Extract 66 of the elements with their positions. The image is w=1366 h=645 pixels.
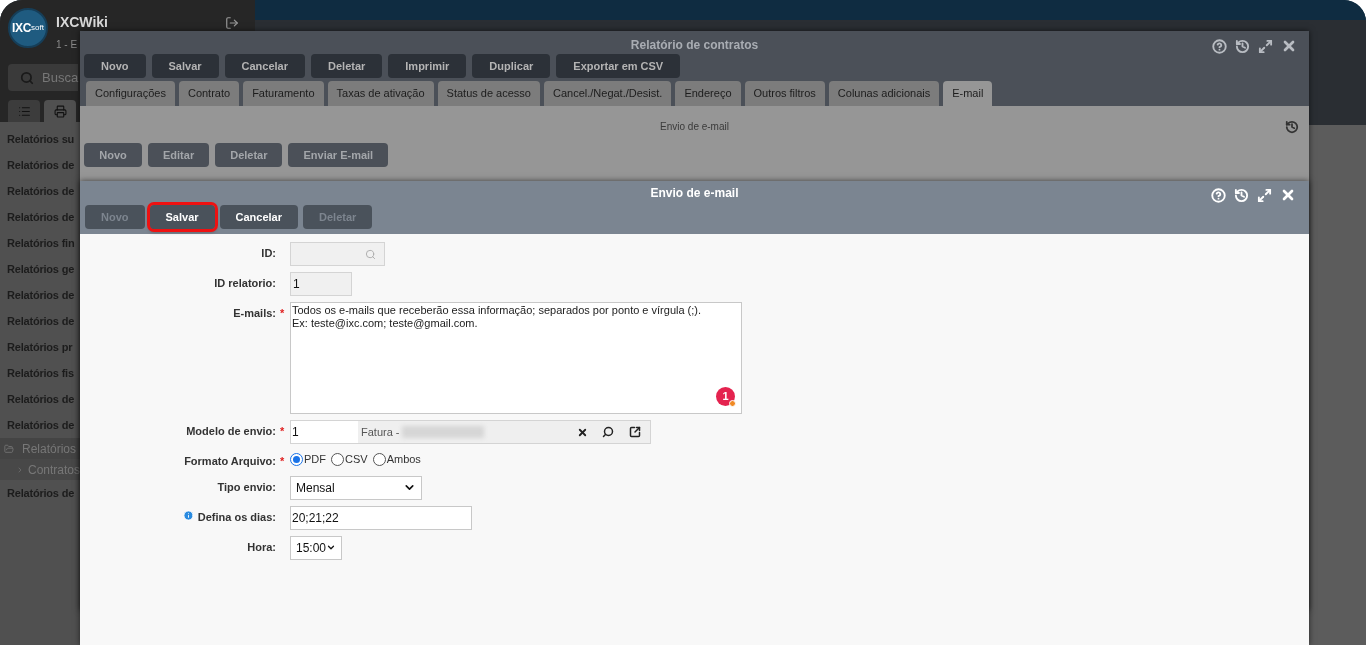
info-icon[interactable] (182, 509, 194, 521)
tab[interactable]: E-mail (943, 81, 993, 106)
toolbar-button[interactable]: Deletar (311, 54, 383, 78)
input-field[interactable]: 20;21;22 (290, 505, 472, 530)
action-button[interactable]: Novo (84, 143, 142, 167)
toolbar-button[interactable]: Imprimir (388, 54, 467, 78)
radio-option[interactable]: PDF (290, 450, 326, 468)
account-label: 1 - E (56, 38, 79, 52)
close-icon[interactable] (1281, 38, 1297, 54)
radio-button[interactable] (372, 452, 386, 466)
select-field[interactable]: Mensal (290, 475, 422, 500)
expand-icon[interactable] (1257, 187, 1272, 203)
field-label: Hora: (247, 539, 276, 555)
field-label: Tipo envio: (217, 479, 276, 495)
toolbar-button[interactable]: Cancelar (224, 54, 305, 78)
search-icon (20, 70, 34, 85)
close-icon[interactable] (1280, 187, 1296, 203)
sidebar-tab[interactable] (44, 100, 76, 122)
printer-icon (53, 104, 67, 118)
field-label: Formato Arquivo: (184, 454, 276, 469)
section-title: Envio de e-mail (660, 120, 729, 134)
window-title: Envio de e-mail (650, 185, 739, 202)
toolbar-button[interactable]: Salvar (149, 205, 215, 229)
expand-icon[interactable] (1258, 38, 1273, 54)
tab[interactable]: Status de acesso (437, 81, 540, 106)
field-label: Defina os dias: (197, 509, 276, 525)
required-mark: * (280, 454, 286, 469)
emails-textarea[interactable]: Todos os e-mails que receberão essa informação; separados por ponto e vírgula (;). Ex: teste@ixc.com; teste@gmail.com. 1 (290, 302, 742, 414)
tab[interactable]: Taxas de ativação (327, 81, 434, 106)
history-icon[interactable] (1285, 120, 1299, 134)
field-label: ID: (261, 246, 276, 261)
action-button[interactable]: Enviar E-mail (288, 143, 389, 167)
required-mark: * (280, 424, 286, 439)
field-label: E-mails: (233, 306, 276, 321)
toolbar-button[interactable]: Novo (84, 54, 146, 78)
tab[interactable]: Colunas adicionais (828, 81, 940, 106)
toolbar-button[interactable]: Exportar em CSV (556, 54, 681, 78)
select-field[interactable]: 15:00 (290, 535, 342, 560)
tab[interactable]: Configurações (86, 81, 175, 106)
action-button[interactable]: Editar (148, 143, 210, 167)
field-label: ID relatorio: (214, 276, 276, 291)
radio-option[interactable]: Ambos (372, 450, 421, 468)
help-icon[interactable] (1212, 38, 1227, 54)
search-field[interactable]: Busca (8, 64, 78, 91)
toolbar-button[interactable]: Duplicar (472, 54, 551, 78)
radio-button[interactable] (290, 452, 303, 466)
id-field[interactable] (290, 242, 385, 266)
tab[interactable]: Outros filtros (744, 81, 825, 106)
tab[interactable]: Contrato (178, 81, 240, 106)
toolbar-button[interactable]: Salvar (151, 54, 219, 78)
input-field[interactable]: 1 (290, 272, 352, 296)
logout-icon[interactable] (225, 16, 239, 30)
action-button[interactable]: Deletar (215, 143, 283, 167)
history-icon[interactable] (1235, 38, 1250, 54)
field-label: Modelo de envio: (186, 424, 276, 439)
tab[interactable]: Endereço (675, 81, 741, 106)
notification-badge[interactable]: 1 (716, 387, 735, 406)
radio-option[interactable]: CSV (331, 450, 368, 468)
tab[interactable]: Cancel./Negat./Desist. (543, 81, 672, 106)
toolbar-button[interactable]: Cancelar (219, 205, 298, 229)
tab[interactable]: Faturamento (243, 81, 324, 106)
radio-button[interactable] (331, 452, 344, 466)
list-icon (17, 104, 31, 118)
window-title: Relatório de contratos (630, 36, 759, 54)
app-name: IXCWiki (56, 13, 109, 32)
required-mark: * (280, 306, 286, 321)
